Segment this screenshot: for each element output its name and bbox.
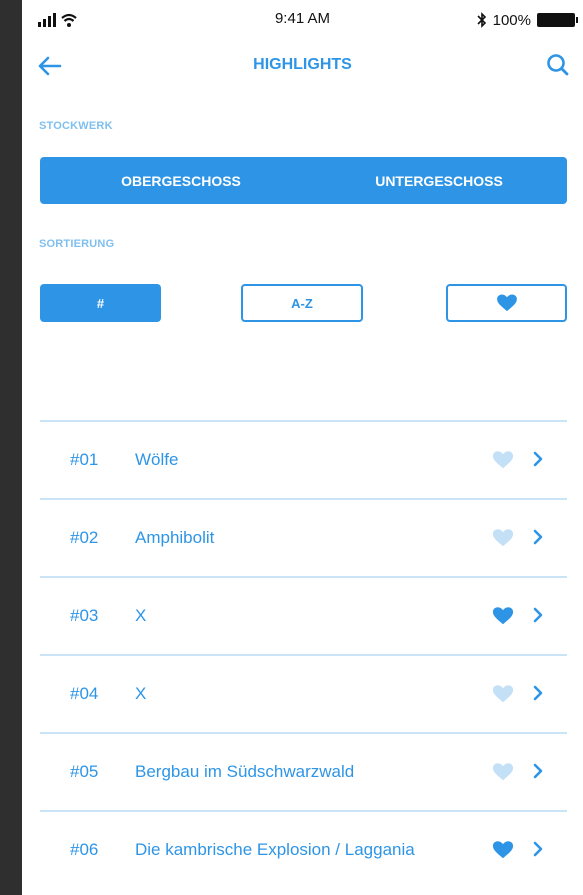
item-number: #02 [70,528,99,547]
battery-icon [537,13,578,27]
chevron-right-icon [533,529,543,545]
page-title: HIGHLIGHTS [253,56,352,73]
item-name: Die kambrische Explosion / Laggania [135,840,415,859]
heart-icon[interactable] [492,762,514,782]
list-item[interactable]: #01 Wölfe [40,420,567,498]
phone-screen: 9:41 AM 100% HIGHLIGHTS STOCKWERK OBERGE… [22,0,583,895]
chevron-right-icon [533,685,543,701]
heart-icon[interactable] [492,450,514,470]
item-number: #04 [70,684,99,703]
list-item[interactable]: #04 X [40,654,567,732]
upper-floor-button[interactable]: OBERGESCHOSS [40,157,322,204]
item-name: Amphibolit [135,528,215,547]
list-item[interactable]: #06 Die kambrische Explosion / Laggania [40,810,567,888]
list-item[interactable]: #05 Bergbau im Südschwarzwald [40,732,567,810]
sort-favorites-button[interactable] [446,284,567,322]
chevron-right-icon [533,451,543,467]
list-item[interactable]: #03 X [40,576,567,654]
sort-alphabetical-button[interactable]: A-Z [241,284,363,322]
item-name: X [135,606,147,625]
sort-section-label: SORTIERUNG [39,238,115,250]
list-item[interactable]: #02 Amphibolit [40,498,567,576]
sort-by-number-button[interactable]: # [40,284,161,322]
item-name: Wölfe [135,450,179,469]
status-bar: 9:41 AM 100% [22,0,583,40]
item-name: Bergbau im Südschwarzwald [135,762,355,781]
heart-icon [496,294,517,312]
heart-icon[interactable] [492,840,514,860]
chevron-right-icon [533,841,543,857]
item-number: #03 [70,606,99,625]
item-name: X [135,684,147,703]
chevron-right-icon [533,607,543,623]
heart-icon[interactable] [492,684,514,704]
highlights-list: #01 Wölfe #02 Amphibolit #03 X #04 X #05… [40,420,567,888]
battery-percent: 100% [492,11,531,29]
item-number: #05 [70,762,99,781]
header: HIGHLIGHTS [22,48,583,84]
item-number: #01 [70,450,99,469]
floor-section-label: STOCKWERK [39,120,113,132]
search-icon[interactable] [545,52,571,78]
lower-floor-button[interactable]: UNTERGESCHOSS [311,157,567,204]
chevron-right-icon [533,763,543,779]
heart-icon[interactable] [492,606,514,626]
heart-icon[interactable] [492,528,514,548]
bluetooth-icon [477,12,486,28]
item-number: #06 [70,840,99,859]
status-right: 100% [477,10,578,30]
